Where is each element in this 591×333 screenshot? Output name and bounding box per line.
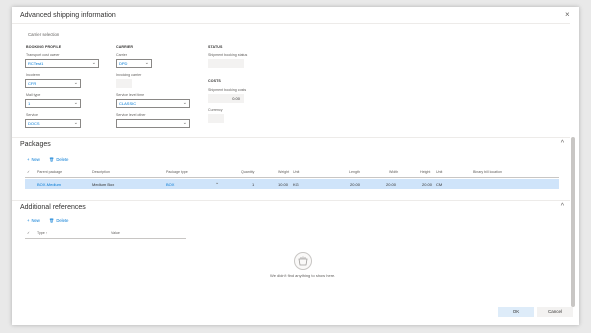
chevron-down-icon: ⌄: [73, 120, 78, 126]
packages-title: Packages: [20, 141, 51, 148]
additional-references-section-header[interactable]: Additional references ^: [12, 200, 570, 215]
carrier-heading: CARRIER: [116, 45, 134, 49]
mail-type-label: Mail type: [26, 93, 41, 97]
cell-height[interactable]: 20.00: [422, 182, 432, 187]
chevron-down-icon: ⌄: [73, 100, 78, 106]
packages-section-header[interactable]: Packages ^: [12, 137, 570, 152]
vertical-scrollbar[interactable]: [571, 137, 575, 307]
service-level-time-value: CLASSIC: [119, 101, 137, 106]
transport-cost-owner-label: Transport cost owner: [26, 53, 60, 57]
shipment-booking-status-field: [208, 59, 244, 68]
packages-delete-button[interactable]: 🗑 Delete: [49, 157, 68, 163]
shipment-booking-costs-label: Shipment booking costs: [208, 88, 247, 92]
service-level-other-label: Service level other: [116, 113, 146, 117]
col-length[interactable]: Length: [349, 170, 360, 174]
status-heading: STATUS: [208, 45, 223, 49]
incoterm-value: CFR: [28, 81, 37, 86]
references-grid-header: ✓ Type ↑ Value: [25, 229, 186, 239]
cell-size-unit[interactable]: CM: [436, 182, 442, 187]
plus-icon: +: [27, 218, 30, 223]
service-level-time-label: Service level time: [116, 93, 145, 97]
cell-width[interactable]: 20.00: [386, 182, 396, 187]
shipment-booking-status-label: Shipment booking status: [208, 53, 248, 57]
col-type[interactable]: Type ↑: [37, 231, 48, 235]
service-label: Service: [26, 113, 38, 117]
references-delete-button[interactable]: 🗑 Delete: [49, 218, 68, 224]
cancel-button[interactable]: Cancel: [537, 307, 573, 317]
packages-new-button[interactable]: + New: [27, 157, 40, 162]
carrier-selection-link[interactable]: Carrier selection: [28, 32, 59, 37]
col-quantity[interactable]: Quantity: [241, 170, 254, 174]
plus-icon: +: [27, 157, 30, 162]
carrier-dropdown[interactable]: DPD ⌄: [116, 59, 152, 68]
chevron-down-icon: ⌄: [182, 100, 187, 106]
select-all-checkmark-icon[interactable]: ✓: [27, 231, 30, 235]
incoterm-label: Incoterm: [26, 73, 40, 77]
service-level-other-dropdown[interactable]: ⌄: [116, 119, 190, 128]
cell-parent-package[interactable]: BOX-Medium: [37, 182, 61, 187]
currency-label: Currency: [208, 108, 223, 112]
col-weight[interactable]: Weight: [278, 170, 289, 174]
chevron-up-icon[interactable]: ^: [561, 140, 564, 147]
col-package-type[interactable]: Package type: [166, 170, 188, 174]
col-binary-bill-location[interactable]: Binary bill location: [473, 170, 502, 174]
references-new-label: New: [31, 218, 40, 223]
mail-type-dropdown[interactable]: 1 ⌄: [25, 99, 81, 108]
references-new-button[interactable]: + New: [27, 218, 40, 223]
col-width[interactable]: Width: [389, 170, 398, 174]
cell-package-type[interactable]: BOX: [166, 182, 174, 187]
chevron-down-icon: ⌄: [91, 60, 96, 66]
col-description[interactable]: Description: [92, 170, 110, 174]
invoicing-carrier-field[interactable]: [116, 79, 132, 88]
incoterm-dropdown[interactable]: CFR ⌄: [25, 79, 81, 88]
shipment-booking-costs-field: 0.00: [208, 94, 244, 103]
mail-type-value: 1: [28, 101, 31, 106]
trash-icon: 🗑: [49, 218, 55, 223]
col-value[interactable]: Value: [111, 231, 120, 235]
col-weight-unit[interactable]: Unit: [293, 170, 299, 174]
transport-cost-owner-value: RCTest1: [28, 61, 44, 66]
chevron-up-icon[interactable]: ^: [561, 203, 564, 210]
additional-references-title: Additional references: [20, 204, 86, 211]
service-dropdown[interactable]: DOCS ⌄: [25, 119, 81, 128]
cell-weight[interactable]: 10.00: [278, 182, 288, 187]
cell-length[interactable]: 20.00: [350, 182, 360, 187]
references-delete-label: Delete: [56, 218, 69, 223]
packages-delete-label: Delete: [56, 157, 69, 162]
table-row[interactable]: BOX-Medium Medium Box BOX ⌄ 1 10.00 KG 2…: [25, 179, 559, 189]
empty-state-message: We didn't find anything to show here.: [270, 273, 336, 278]
chevron-down-icon: ⌄: [182, 120, 187, 126]
advanced-shipping-dialog: Advanced shipping information × Carrier …: [12, 7, 579, 325]
cell-weight-unit[interactable]: KG: [293, 182, 299, 187]
empty-state-icon: [294, 252, 312, 270]
costs-heading: COSTS: [208, 79, 221, 83]
service-value: DOCS: [28, 121, 40, 126]
invoicing-carrier-label: Invoicing carrier: [116, 73, 142, 77]
packages-new-label: New: [31, 157, 40, 162]
close-icon[interactable]: ×: [565, 10, 570, 19]
ok-button[interactable]: OK: [498, 307, 534, 317]
select-all-checkmark-icon[interactable]: ✓: [27, 170, 30, 174]
chevron-down-icon[interactable]: ⌄: [215, 180, 219, 186]
col-size-unit[interactable]: Unit: [436, 170, 442, 174]
trash-icon: 🗑: [49, 157, 55, 162]
chevron-down-icon: ⌄: [73, 80, 78, 86]
booking-profile-heading: BOOKING PROFILE: [26, 45, 62, 49]
dialog-title: Advanced shipping information: [20, 12, 116, 19]
carrier-value: DPD: [119, 61, 128, 66]
currency-field: [208, 114, 224, 123]
cell-description[interactable]: Medium Box: [92, 182, 114, 187]
chevron-down-icon: ⌄: [144, 60, 149, 66]
header-divider: [12, 23, 570, 24]
transport-cost-owner-dropdown[interactable]: RCTest1 ⌄: [25, 59, 99, 68]
service-level-time-dropdown[interactable]: CLASSIC ⌄: [116, 99, 190, 108]
col-height[interactable]: Height: [420, 170, 430, 174]
packages-grid-header: ✓ Parent package Description Package typ…: [25, 168, 559, 178]
carrier-label: Carrier: [116, 53, 127, 57]
col-parent-package[interactable]: Parent package: [37, 170, 62, 174]
cell-quantity[interactable]: 1: [252, 182, 254, 187]
